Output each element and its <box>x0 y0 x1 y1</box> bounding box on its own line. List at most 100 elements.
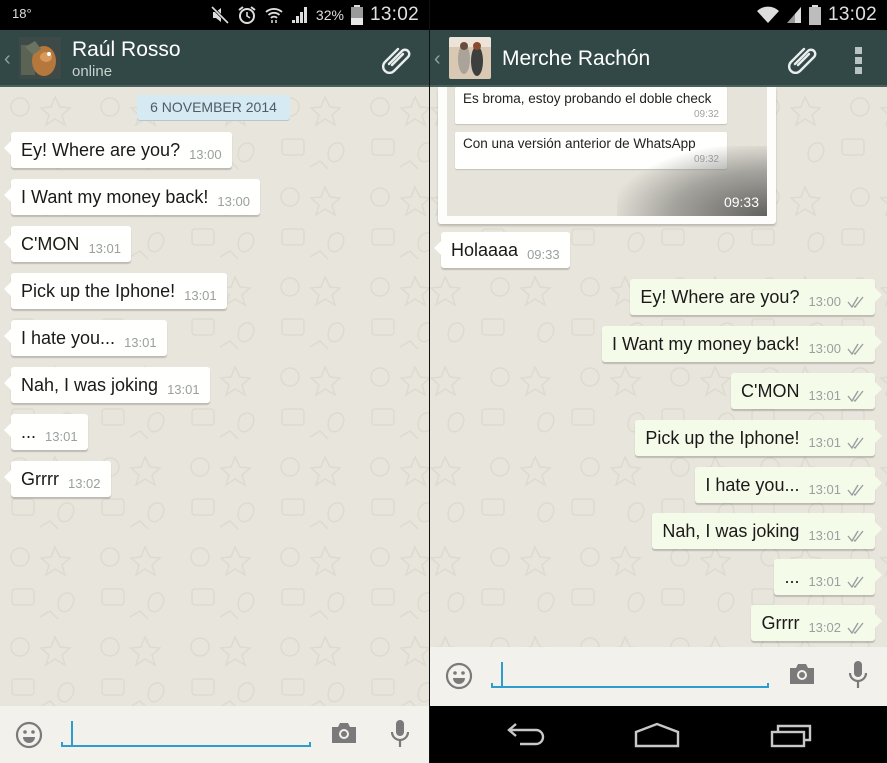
status-bar: 18° 32% 13:02 <box>0 0 429 30</box>
status-bar: 13:02 <box>430 0 887 30</box>
message-text: C'MON <box>741 380 800 401</box>
message-time: 13:01 <box>808 434 841 450</box>
camera-icon[interactable] <box>330 721 358 745</box>
message-time: 13:02 <box>67 475 101 491</box>
message-bubble[interactable]: ... 13:01 <box>4 414 88 450</box>
message-bubble[interactable]: Nah, I was joking 13:01 <box>652 513 882 549</box>
message-bubble[interactable]: C'MON 13:01 <box>4 226 131 262</box>
avatar[interactable] <box>449 37 491 79</box>
message-time: 13:01 <box>808 573 841 589</box>
message-time: 13:00 <box>808 340 841 356</box>
mute-icon <box>210 6 229 24</box>
message-time: 13:01 <box>88 240 121 256</box>
paperclip-icon[interactable] <box>381 42 413 74</box>
message-text: C'MON <box>21 233 80 254</box>
message-input-bar <box>0 706 429 763</box>
message-time: 09:33 <box>527 246 560 262</box>
message-text: Pick up the Iphone! <box>645 427 800 448</box>
temperature-readout: 18° <box>12 6 32 21</box>
message-text: I Want my money back! <box>21 186 209 207</box>
message-text: Pick up the Iphone! <box>21 280 176 301</box>
message-bubble[interactable]: I Want my money back! 13:00 <box>4 179 260 215</box>
message-time: 13:00 <box>808 293 841 309</box>
embedded-message-time: 09:32 <box>693 109 719 120</box>
navigation-bar <box>430 706 887 763</box>
message-text: Nah, I was joking <box>21 374 159 395</box>
message-bubble[interactable]: Grrrr 13:02 <box>751 605 882 641</box>
message-time: 09:33 <box>723 194 759 210</box>
message-bubble[interactable]: Holaaaa 09:33 <box>434 232 570 268</box>
message-time: 13:00 <box>217 193 250 209</box>
smiley-icon[interactable] <box>445 662 473 690</box>
battery-percent: 32% <box>315 7 344 23</box>
recents-nav-icon[interactable] <box>770 722 814 748</box>
avatar[interactable] <box>19 37 61 79</box>
chat-area[interactable]: Es broma, estoy probando el doble check … <box>430 87 887 647</box>
wifi-icon <box>265 8 283 23</box>
double-check-icon <box>847 437 864 449</box>
left-phone-screen: 18° 32% 13:02 ‹ Raúl Rosso online 6 NOVE… <box>0 0 429 763</box>
message-text: I Want my money back! <box>612 333 800 354</box>
message-bubble[interactable]: Grrrr 13:02 <box>4 461 111 497</box>
message-bubble[interactable]: Ey! Where are you? 13:00 <box>4 132 232 168</box>
message-bubble[interactable]: Pick up the Iphone! 13:01 <box>635 420 882 456</box>
paperclip-icon[interactable] <box>787 42 819 74</box>
microphone-icon[interactable] <box>389 719 411 749</box>
message-bubble[interactable]: I hate you... 13:01 <box>4 320 167 356</box>
chat-area[interactable]: 6 NOVEMBER 2014 Ey! Where are you? 13:00 … <box>0 87 429 706</box>
message-bubble[interactable]: I Want my money back! 13:00 <box>602 326 882 362</box>
double-check-icon <box>847 484 864 496</box>
message-time: 13:01 <box>808 481 841 497</box>
message-text-field[interactable] <box>491 660 769 686</box>
message-text: Grrrr <box>761 612 800 633</box>
contact-name[interactable]: Raúl Rosso <box>72 38 181 62</box>
microphone-icon[interactable] <box>847 660 869 690</box>
message-time: 13:01 <box>808 387 841 403</box>
embedded-message-text: Es broma, estoy probando el doble check <box>463 91 712 106</box>
message-time: 13:01 <box>45 428 78 444</box>
message-time: 13:01 <box>124 334 157 350</box>
image-thumbnail[interactable]: Es broma, estoy probando el doble check … <box>447 87 767 216</box>
chevron-left-icon[interactable]: ‹ <box>434 48 441 71</box>
right-phone-screen: 13:02 ‹ Merche Rachón Es broma, estoy pr… <box>430 0 887 763</box>
signal-icon <box>786 7 801 23</box>
message-bubble[interactable]: C'MON 13:01 <box>731 373 882 409</box>
double-check-icon <box>847 530 864 542</box>
message-input[interactable] <box>61 719 311 747</box>
double-check-icon <box>847 576 864 588</box>
alarm-icon <box>238 6 256 24</box>
image-message[interactable]: Es broma, estoy probando el doble check … <box>438 87 776 224</box>
contact-name[interactable]: Merche Rachón <box>502 47 650 71</box>
message-text: Grrrr <box>21 468 59 489</box>
message-text: Ey! Where are you? <box>21 139 181 160</box>
message-input[interactable] <box>491 660 769 688</box>
back-nav-icon[interactable] <box>502 722 546 748</box>
message-text: I hate you... <box>21 327 116 348</box>
chevron-left-icon[interactable]: ‹ <box>4 48 11 71</box>
wifi-icon <box>756 6 779 23</box>
signal-icon <box>291 7 307 23</box>
message-text: ... <box>21 421 37 442</box>
smiley-icon[interactable] <box>15 721 43 749</box>
chat-header: ‹ Merche Rachón <box>430 30 887 87</box>
message-bubble[interactable]: ... 13:01 <box>774 559 882 595</box>
double-check-icon <box>847 622 864 634</box>
camera-icon[interactable] <box>788 662 816 686</box>
home-nav-icon[interactable] <box>634 722 680 748</box>
message-text: Ey! Where are you? <box>640 286 800 307</box>
contact-status: online <box>72 63 113 80</box>
message-time: 13:01 <box>808 527 841 543</box>
message-bubble[interactable]: Pick up the Iphone! 13:01 <box>4 273 227 309</box>
overflow-menu-icon[interactable] <box>855 47 863 77</box>
clock: 13:02 <box>369 4 419 25</box>
message-text: Holaaaa <box>451 239 519 260</box>
double-check-icon <box>847 343 864 355</box>
message-bubble[interactable]: Nah, I was joking 13:01 <box>4 367 210 403</box>
message-text: I hate you... <box>705 474 800 495</box>
message-text-field[interactable] <box>61 719 311 745</box>
message-bubble[interactable]: I hate you... 13:01 <box>695 467 882 503</box>
embedded-message: Es broma, estoy probando el doble check … <box>455 87 727 124</box>
message-bubble[interactable]: Ey! Where are you? 13:00 <box>630 279 882 315</box>
battery-icon <box>808 5 821 25</box>
message-text: Nah, I was joking <box>662 520 800 541</box>
